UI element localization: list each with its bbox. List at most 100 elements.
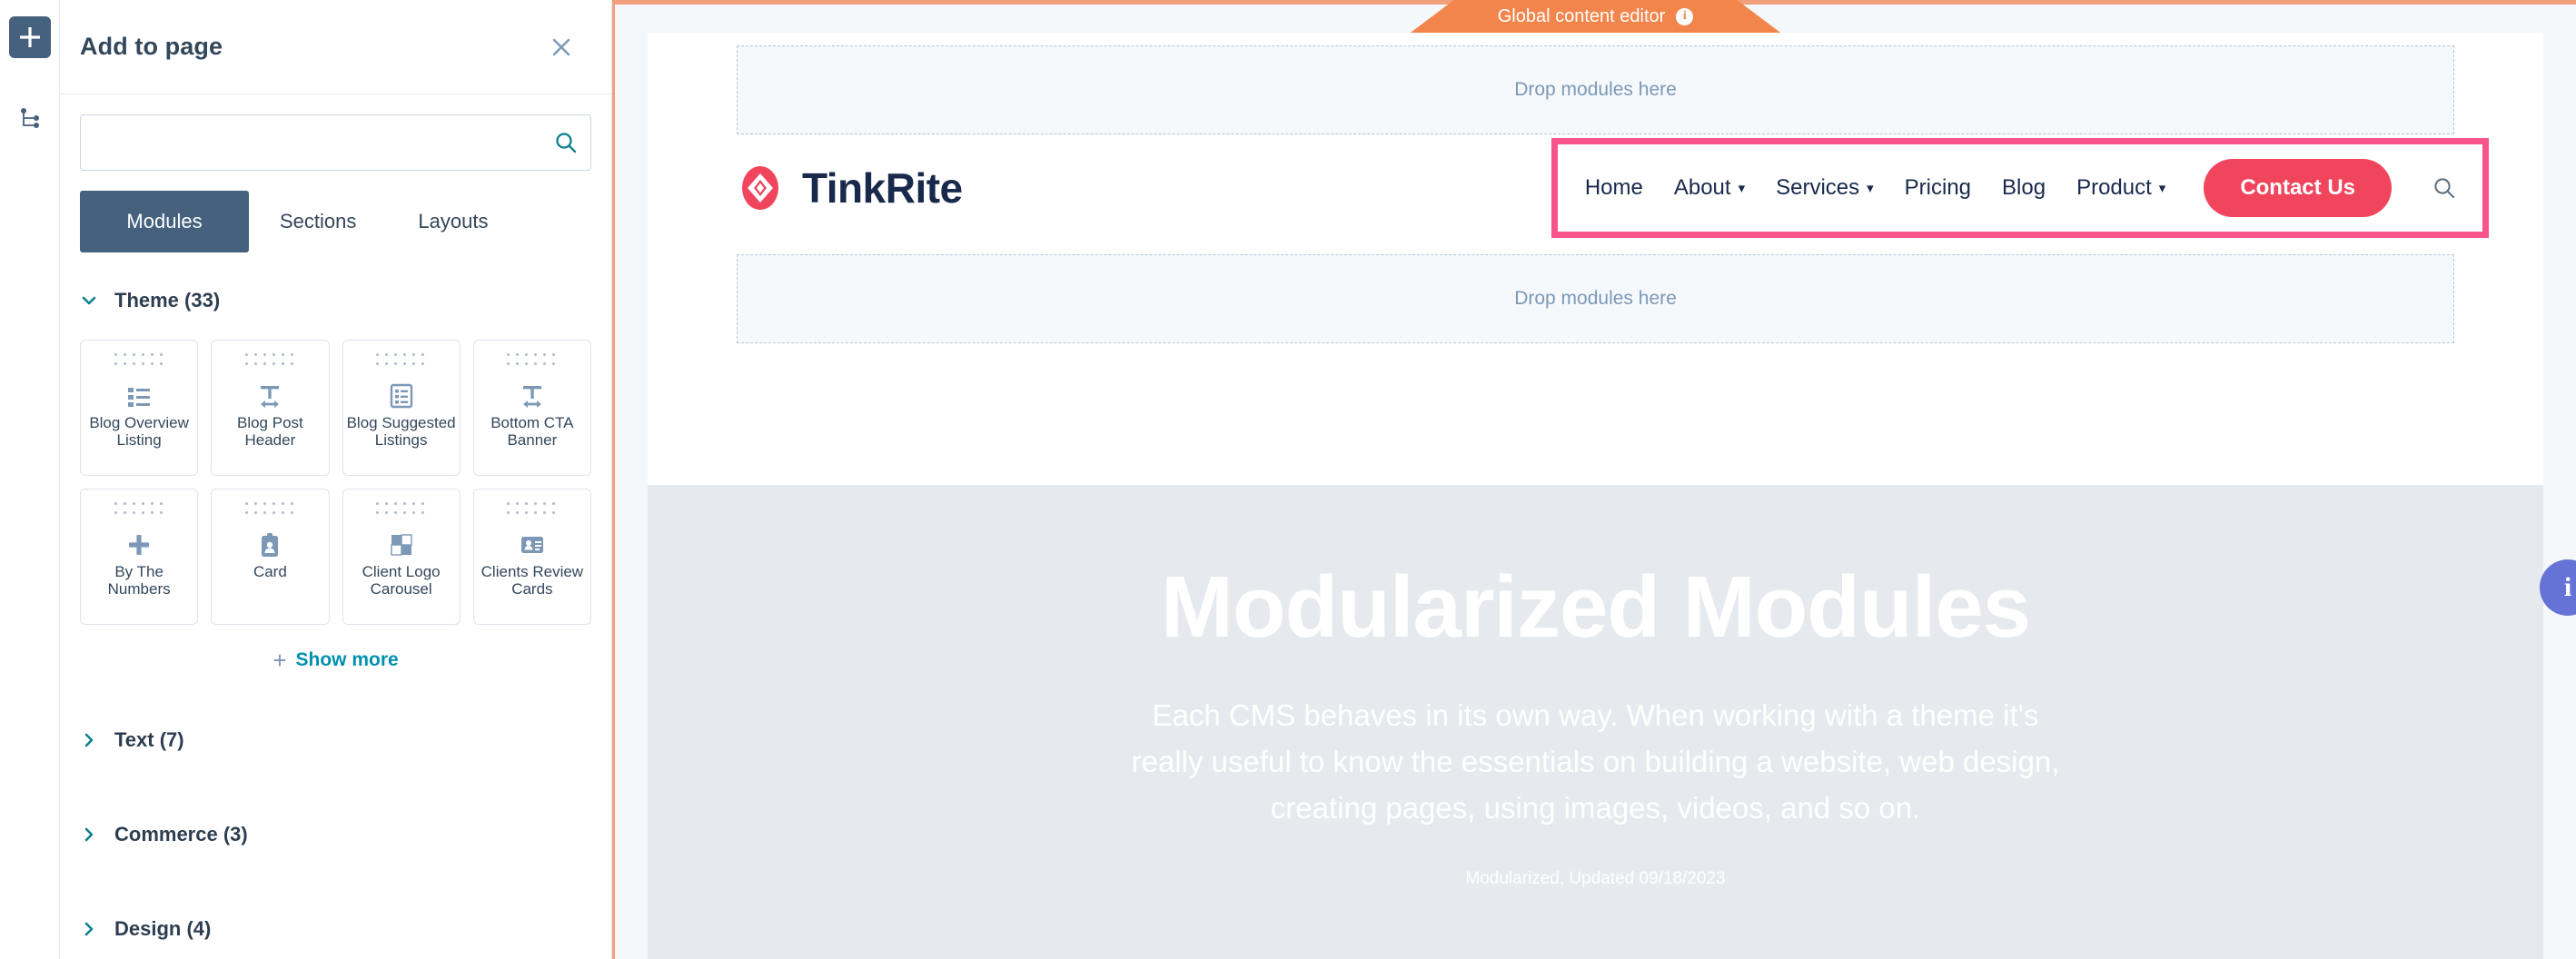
site-search-button[interactable] bbox=[2422, 174, 2466, 202]
editor-canvas: Global content editor i Drop modules her… bbox=[612, 0, 2576, 959]
drag-handle-icon[interactable] bbox=[507, 502, 557, 516]
module-label: Client Logo Carousel bbox=[362, 563, 441, 598]
show-more-button[interactable]: + Show more bbox=[80, 648, 591, 672]
nav-label: Pricing bbox=[1904, 175, 1972, 200]
search-icon bbox=[556, 133, 577, 153]
dropzone-bottom[interactable]: Drop modules here bbox=[737, 254, 2454, 343]
document-list-icon bbox=[387, 376, 416, 416]
search-box[interactable] bbox=[80, 114, 591, 171]
add-module-button[interactable] bbox=[8, 16, 51, 58]
site-header: TinkRite Home About ▾ Services ▾ Pricing… bbox=[648, 134, 2543, 242]
plus-icon bbox=[124, 525, 154, 565]
module-card-blog-overview-listing[interactable]: Blog Overview Listing bbox=[80, 340, 199, 476]
group-label-commerce: Commerce (3) bbox=[114, 823, 248, 845]
brand-name: TinkRite bbox=[802, 164, 963, 212]
close-icon bbox=[552, 38, 570, 55]
drag-handle-icon[interactable] bbox=[376, 353, 426, 367]
nav-item-services[interactable]: Services ▾ bbox=[1776, 175, 1874, 201]
module-card-blog-post-header[interactable]: Blog Post Header bbox=[211, 340, 330, 476]
group-label-text: Text (7) bbox=[114, 728, 184, 751]
tab-sections[interactable]: Sections bbox=[249, 191, 387, 252]
group-header-text[interactable]: Text (7) bbox=[80, 714, 591, 766]
plus-icon bbox=[19, 27, 40, 47]
chevron-down-icon: ▾ bbox=[2158, 181, 2166, 196]
help-chat-button[interactable]: i bbox=[2540, 559, 2576, 616]
nav-label: About bbox=[1673, 175, 1731, 200]
list-icon bbox=[124, 376, 154, 416]
module-card-by-the-numbers[interactable]: By The Numbers bbox=[80, 489, 199, 625]
module-card-clients-review-cards[interactable]: Clients Review Cards bbox=[472, 489, 591, 625]
selected-nav-module[interactable]: Home About ▾ Services ▾ Pricing Blog Pro… bbox=[1551, 138, 2489, 238]
brand-logo[interactable]: TinkRite bbox=[737, 163, 963, 213]
module-label: Blog Overview Listing bbox=[89, 414, 189, 449]
nav-item-blog[interactable]: Blog bbox=[2002, 175, 2046, 201]
panel-header: Add to page bbox=[60, 0, 611, 94]
plus-icon: + bbox=[272, 647, 287, 674]
left-icon-rail bbox=[0, 0, 60, 959]
tab-layouts[interactable]: Layouts bbox=[387, 191, 519, 252]
hubspot-page-editor: Add to page Modules Sections Layouts The… bbox=[0, 0, 2576, 959]
content-tree-button[interactable] bbox=[12, 100, 48, 136]
text-width-icon bbox=[255, 376, 284, 416]
nav-label: Home bbox=[1584, 175, 1643, 200]
drag-handle-icon[interactable] bbox=[114, 502, 164, 516]
chevron-down-icon bbox=[80, 292, 98, 310]
search-submit-button[interactable] bbox=[541, 130, 590, 155]
panel-tabs: Modules Sections Layouts bbox=[60, 171, 611, 252]
contact-card-icon bbox=[518, 525, 547, 565]
page-preview: Drop modules here TinkRite Home About ▾ … bbox=[648, 33, 2543, 959]
drag-handle-icon[interactable] bbox=[376, 502, 426, 516]
panel-body: Theme (33) Blog Overview Listing Blog Po… bbox=[60, 252, 611, 959]
add-to-page-panel: Add to page Modules Sections Layouts The… bbox=[60, 0, 612, 959]
group-header-commerce[interactable]: Commerce (3) bbox=[80, 808, 591, 861]
drag-handle-icon[interactable] bbox=[507, 353, 557, 367]
drag-handle-icon[interactable] bbox=[114, 353, 164, 367]
module-card-card[interactable]: Card bbox=[211, 489, 330, 625]
module-grid: Blog Overview Listing Blog Post Header B… bbox=[80, 340, 591, 625]
sitemap-icon bbox=[20, 108, 39, 128]
module-card-client-logo-carousel[interactable]: Client Logo Carousel bbox=[342, 489, 461, 625]
chevron-right-icon bbox=[80, 826, 98, 844]
search-input[interactable] bbox=[81, 115, 541, 170]
hero-section: Modularized Modules Each CMS behaves in … bbox=[648, 485, 2543, 959]
panel-title: Add to page bbox=[80, 33, 223, 60]
drag-handle-icon[interactable] bbox=[244, 353, 295, 367]
group-header-theme[interactable]: Theme (33) bbox=[80, 274, 591, 327]
panel-search-area bbox=[60, 94, 611, 171]
module-label: Blog Post Header bbox=[236, 414, 303, 449]
group-header-design[interactable]: Design (4) bbox=[80, 903, 591, 955]
chevron-right-icon bbox=[80, 731, 98, 749]
global-content-banner-wrap: Global content editor i bbox=[615, 0, 2576, 33]
hero-timestamp: Modularized, Updated 09/18/2023 bbox=[1465, 868, 1726, 888]
global-content-editor-banner[interactable]: Global content editor i bbox=[1411, 0, 1781, 33]
nav-label: Services bbox=[1776, 175, 1860, 200]
module-label: Card bbox=[253, 563, 287, 580]
nav-label: Product bbox=[2076, 175, 2152, 200]
hero-body: Each CMS behaves in its own way. When wo… bbox=[1131, 697, 2060, 825]
text-width-icon bbox=[518, 376, 547, 416]
nav-item-home[interactable]: Home bbox=[1585, 175, 1643, 201]
nav-item-about[interactable]: About ▾ bbox=[1674, 175, 1745, 201]
grid-squares-icon bbox=[387, 525, 416, 565]
drag-handle-icon[interactable] bbox=[244, 502, 295, 516]
module-card-bottom-cta-banner[interactable]: Bottom CTA Banner bbox=[472, 340, 591, 476]
module-label: Bottom CTA Banner bbox=[490, 414, 574, 449]
nav-item-product[interactable]: Product ▾ bbox=[2076, 175, 2165, 201]
tab-modules[interactable]: Modules bbox=[80, 191, 249, 252]
chevron-down-icon: ▾ bbox=[1867, 181, 1874, 196]
info-icon[interactable]: i bbox=[1676, 8, 1693, 25]
chevron-right-icon bbox=[80, 920, 98, 938]
group-label-theme: Theme (33) bbox=[114, 289, 221, 311]
chevron-down-icon: ▾ bbox=[1738, 181, 1746, 196]
module-label: By The Numbers bbox=[107, 563, 171, 598]
contact-us-button[interactable]: Contact Us bbox=[2204, 159, 2392, 217]
module-card-blog-suggested-listings[interactable]: Blog Suggested Listings bbox=[342, 340, 461, 476]
nav-label: Blog bbox=[2002, 175, 2046, 200]
close-panel-button[interactable] bbox=[544, 30, 579, 64]
group-label-design: Design (4) bbox=[114, 917, 212, 940]
banner-label: Global content editor bbox=[1497, 6, 1666, 26]
nav-item-pricing[interactable]: Pricing bbox=[1905, 175, 1971, 201]
dropzone-top[interactable]: Drop modules here bbox=[737, 45, 2454, 134]
hero-heading: Modularized Modules bbox=[1160, 559, 2031, 656]
search-icon bbox=[2434, 178, 2454, 198]
